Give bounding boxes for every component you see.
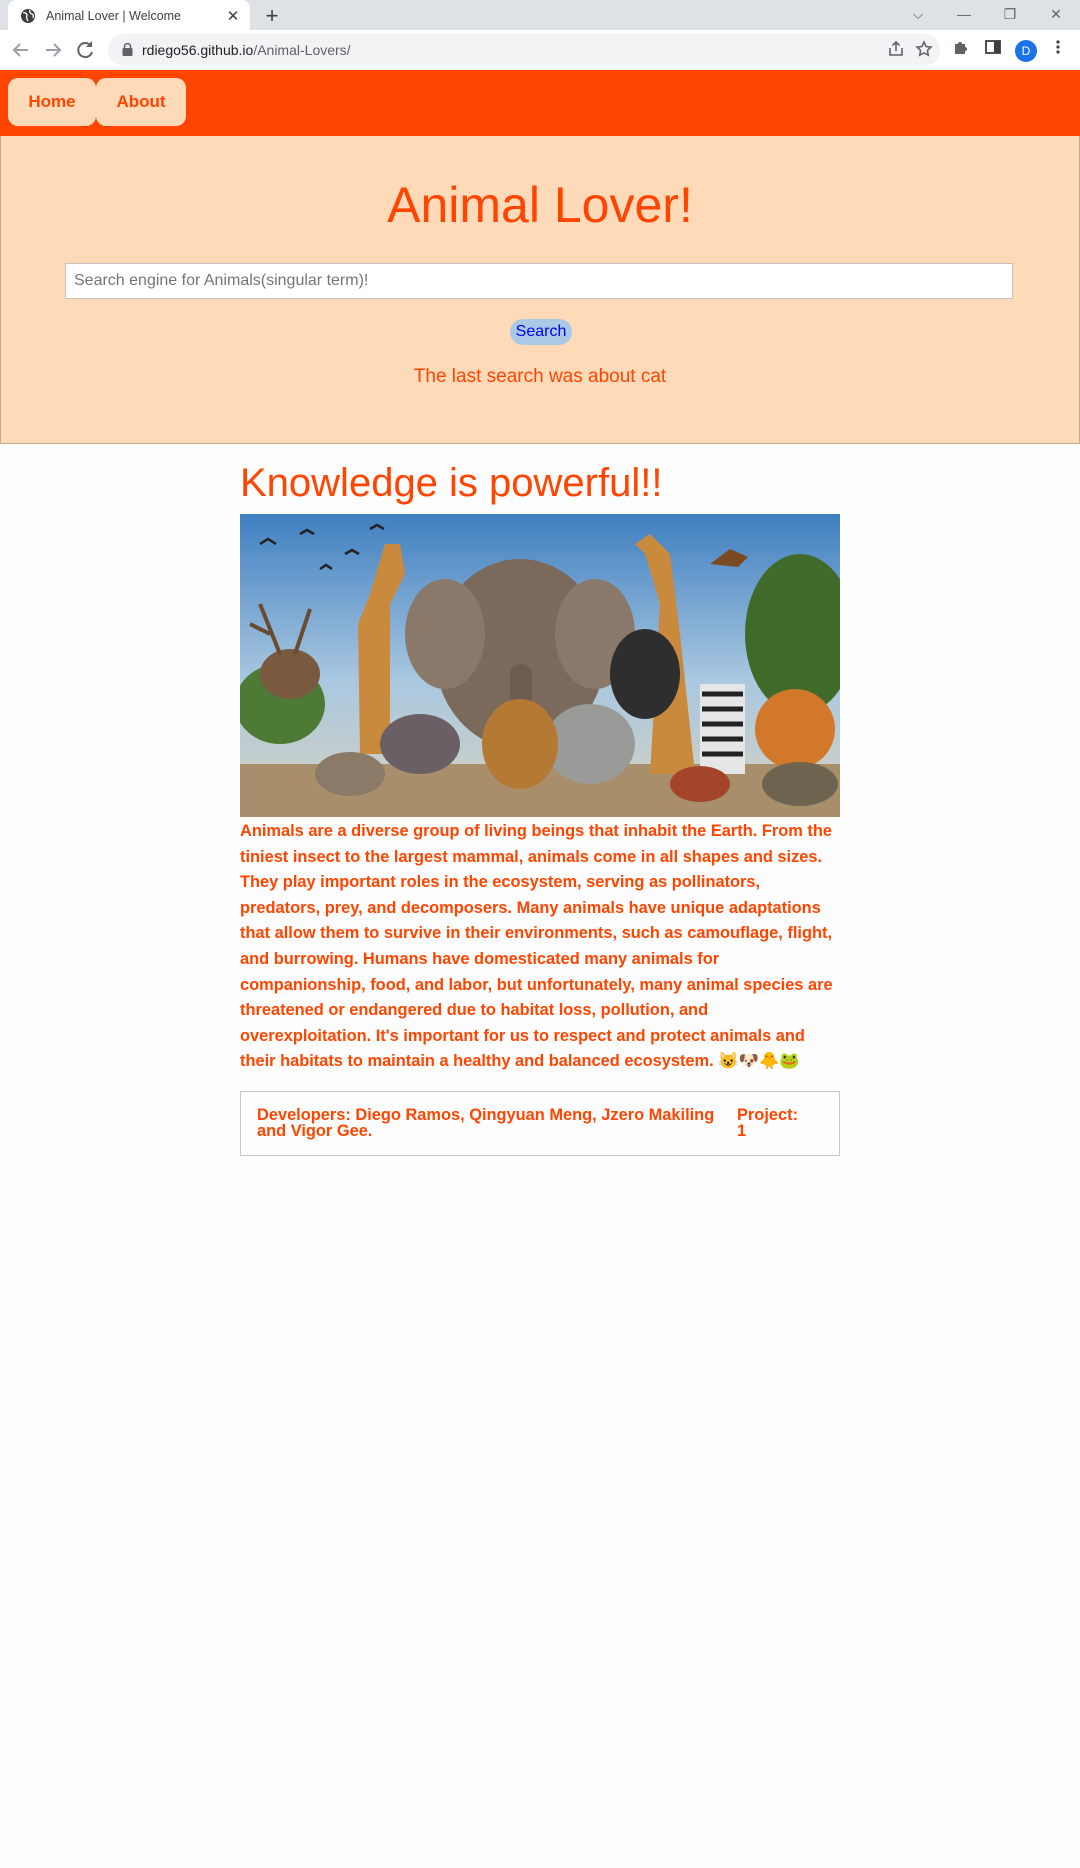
project-number: Project: 1 <box>737 1105 799 1140</box>
nav-about-link[interactable]: About <box>96 78 186 126</box>
site-title: Animal Lover! <box>387 177 693 233</box>
tab-title: Animal Lover | Welcome <box>46 9 182 23</box>
back-icon[interactable] <box>9 38 33 62</box>
nav-home-link[interactable]: Home <box>8 78 96 126</box>
browser-tab[interactable]: Animal Lover | Welcome ✕ <box>8 0 250 32</box>
close-window-button[interactable]: ✕ <box>1034 0 1078 30</box>
last-search-text: The last search was about cat <box>413 366 667 387</box>
extensions-icon[interactable] <box>949 38 973 62</box>
lock-icon <box>122 43 133 56</box>
hero-section: Animal Lover! Search The last search was… <box>0 136 1080 444</box>
share-icon[interactable] <box>886 40 906 60</box>
main-content: Knowledge is powerful!! Animals are a di… <box>240 460 840 1156</box>
developers-credit: Developers: Diego Ramos, Qingyuan Meng, … <box>257 1105 715 1140</box>
profile-avatar[interactable]: D <box>1015 40 1037 62</box>
url-path: /Animal-Lovers/ <box>253 42 351 58</box>
tab-search-icon[interactable]: ⌵ <box>896 0 940 30</box>
tab-close-icon[interactable]: ✕ <box>222 7 244 25</box>
reload-icon[interactable] <box>73 38 97 62</box>
site-navbar: Home About <box>0 70 1080 136</box>
section-heading: Knowledge is powerful!! <box>240 461 663 505</box>
globe-icon <box>21 9 35 23</box>
url-text: rdiego56.github.io/Animal-Lovers/ <box>142 42 351 58</box>
intro-paragraph: Animals are a diverse group of living be… <box>240 822 833 1071</box>
animals-group-image <box>240 514 840 817</box>
browser-toolbar: rdiego56.github.io/Animal-Lovers/ <box>0 30 1080 70</box>
new-tab-button[interactable]: + <box>258 2 286 30</box>
web-page: Home About Animal Lover! Search The last… <box>0 70 1080 1868</box>
side-panel-icon[interactable] <box>981 38 1005 62</box>
minimize-button[interactable]: — <box>942 0 986 30</box>
credits-box: Developers: Diego Ramos, Qingyuan Meng, … <box>240 1090 840 1156</box>
animal-search-input[interactable] <box>65 263 1013 299</box>
address-bar[interactable]: rdiego56.github.io/Animal-Lovers/ <box>108 34 940 66</box>
search-button[interactable]: Search <box>510 319 572 345</box>
url-host: rdiego56.github.io <box>142 42 254 58</box>
menu-kebab-icon[interactable] <box>1046 38 1070 62</box>
bookmark-star-icon[interactable] <box>914 40 934 60</box>
forward-icon[interactable] <box>41 38 65 62</box>
restore-button[interactable]: ❐ <box>988 0 1032 30</box>
